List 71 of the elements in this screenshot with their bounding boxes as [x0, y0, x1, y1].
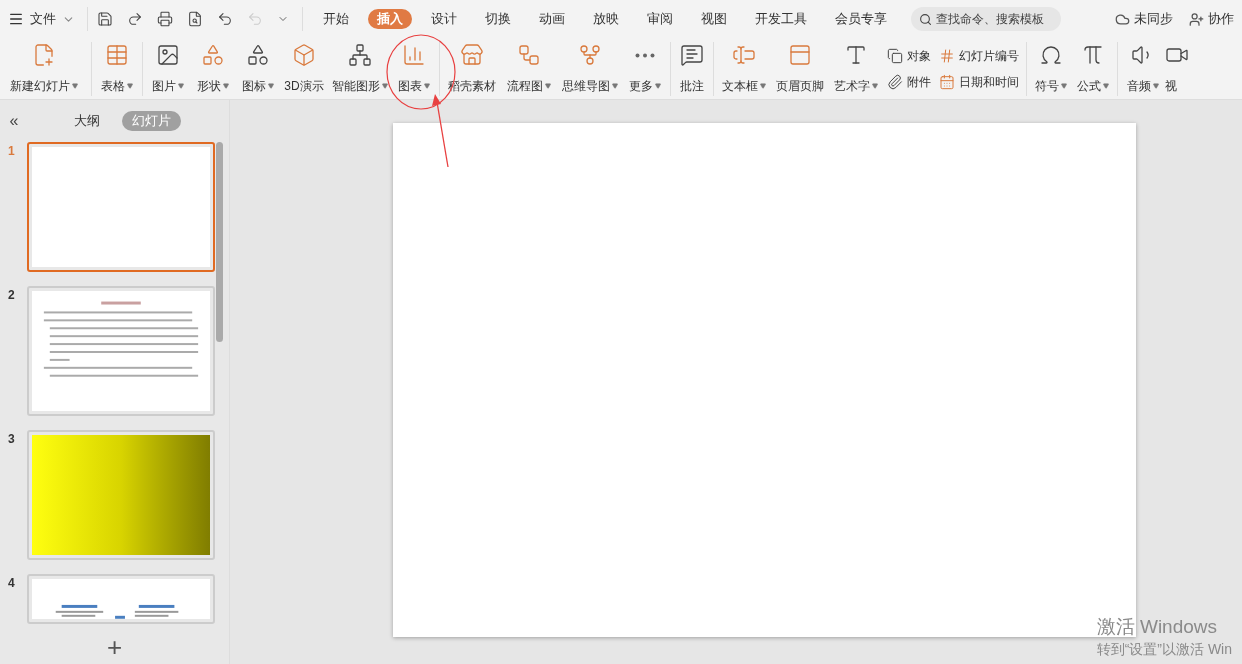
ribbon-tab[interactable]: 放映 [584, 9, 628, 29]
ribbon-button[interactable]: 文本框 [717, 42, 771, 95]
ribbon-button[interactable]: 智能图形 [328, 42, 392, 95]
ribbon-button[interactable]: 符号 [1030, 42, 1072, 95]
toolbar-button[interactable]: 协作 [1189, 9, 1234, 29]
add-user-icon [1189, 11, 1204, 27]
activation-hint: 转到“设置”以激活 Win [1096, 640, 1232, 659]
ribbon-button[interactable]: 幻灯片编号 [939, 44, 1019, 67]
cloud-icon [1115, 11, 1130, 27]
ribbon-button[interactable]: 对象 [887, 44, 931, 67]
undo-icon [217, 11, 233, 27]
ribbon-tab[interactable]: 会员专享 [826, 9, 896, 29]
ribbon-button[interactable]: 公式 [1072, 42, 1114, 95]
collapse-button[interactable]: « [4, 109, 24, 133]
header-footer-icon [788, 42, 812, 67]
ribbon-button[interactable]: 视 [1165, 42, 1193, 95]
ribbon-button[interactable]: 音频 [1121, 42, 1165, 95]
ribbon-button[interactable]: 新建幻灯片 [0, 42, 88, 95]
calendar-icon [939, 73, 955, 90]
ribbon-button[interactable]: 思维导图 [557, 42, 623, 95]
shapes-icon [201, 42, 225, 67]
ribbon-button[interactable]: 艺术字 [829, 42, 883, 95]
ribbon-tab[interactable]: 视图 [692, 9, 736, 29]
search-field[interactable]: 查找命令、搜索模板 [911, 7, 1061, 31]
redo-icon [127, 11, 143, 27]
store-icon [460, 42, 484, 67]
ribbon-tab[interactable]: 开始 [314, 9, 358, 29]
ribbon-button[interactable]: 3D演示 [280, 42, 328, 95]
save-icon [97, 11, 113, 27]
add-slide-button[interactable]: + [106, 634, 123, 660]
ribbon-button[interactable]: 日期和时间 [939, 70, 1019, 93]
printer-icon [157, 11, 173, 27]
ribbon-button[interactable]: 附件 [887, 70, 931, 93]
comment-icon [680, 42, 704, 67]
diagram-icon [348, 42, 372, 67]
table-icon [105, 42, 129, 67]
ribbon-button[interactable]: 流程图 [501, 42, 557, 95]
ribbon-button[interactable]: 图片 [146, 42, 190, 95]
ribbon-button[interactable]: 表格 [95, 42, 139, 95]
ribbon-tab[interactable]: 动画 [530, 9, 574, 29]
ribbon-button[interactable]: 页眉页脚 [771, 42, 829, 95]
ribbon-tab[interactable]: 设计 [422, 9, 466, 29]
slide-number: 1 [8, 143, 15, 160]
hash-icon [939, 47, 955, 64]
activation-title: 激活 Windows [1096, 615, 1219, 639]
scroll-bar[interactable] [216, 142, 223, 342]
new-slide-icon [32, 42, 56, 67]
image-icon [156, 42, 180, 67]
ribbon-tab[interactable]: 审阅 [638, 9, 682, 29]
object-icon [887, 47, 903, 64]
ribbon-tab[interactable]: 切换 [476, 9, 520, 29]
file-menu[interactable]: 文件 [8, 9, 83, 29]
toolbar-button[interactable]: 未同步 [1115, 9, 1173, 29]
slide-number: 3 [8, 431, 15, 448]
ribbon-button[interactable]: 图标 [236, 42, 280, 95]
paperclip-icon [887, 73, 903, 90]
cube-icon [292, 42, 316, 67]
redo-icon [247, 11, 263, 27]
panel-tab[interactable]: 大纲 [64, 111, 110, 131]
ribbon-tab[interactable]: 开发工具 [746, 9, 816, 29]
menu-icon [8, 11, 24, 27]
mind-map-icon [578, 42, 602, 67]
preview-icon [187, 11, 203, 27]
ribbon-button[interactable]: 更多 [623, 42, 667, 95]
ribbon-button[interactable]: 形状 [190, 42, 236, 95]
search-icon [919, 11, 933, 27]
flowchart-icon [517, 42, 541, 67]
ribbon-button[interactable]: 批注 [674, 42, 710, 95]
slide-number: 4 [8, 575, 15, 592]
more-icon [635, 52, 655, 58]
slide-number: 2 [8, 287, 15, 304]
